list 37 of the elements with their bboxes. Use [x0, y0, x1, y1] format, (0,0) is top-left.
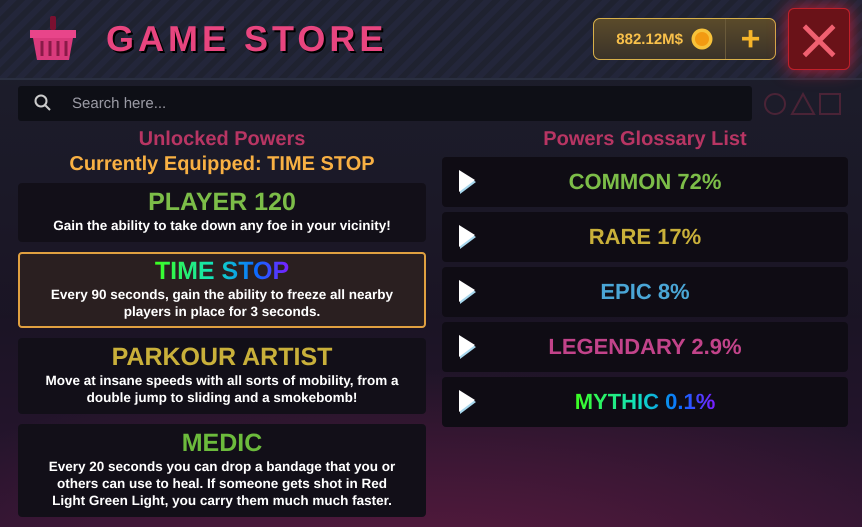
play-icon: [458, 279, 478, 305]
power-card[interactable]: MEDIC Every 20 seconds you can drop a bandage that you or others can use to heal. If someone gets shot in Red Light Green Light, you carry them much much faster.: [18, 424, 426, 517]
power-name: MEDIC: [182, 428, 262, 458]
section-heading: Powers Glossary List: [543, 127, 747, 152]
rarity-row[interactable]: COMMON 72%: [442, 157, 848, 207]
search-icon: [34, 94, 52, 112]
play-icon: [458, 169, 478, 195]
power-card[interactable]: PLAYER 120 Gain the ability to take down any foe in your vicinity!: [18, 183, 426, 242]
play-icon: [458, 224, 478, 250]
close-button[interactable]: ×: [788, 8, 850, 70]
basket-icon: [28, 16, 78, 62]
balance-amount: 882.12M$: [615, 30, 684, 48]
rarity-label: RARE 17%: [588, 224, 702, 250]
power-description: Every 20 seconds you can drop a bandage that you or others can use to heal. If someone gets shot in Red Light Green Light, you carry them much much faster.: [48, 458, 396, 509]
power-name: PLAYER 120: [148, 187, 296, 217]
rarity-row[interactable]: RARE 17%: [442, 212, 848, 262]
section-heading: Unlocked Powers: [138, 127, 306, 152]
play-icon: [458, 389, 478, 415]
rarity-label: LEGENDARY 2.9%: [548, 334, 742, 360]
store-title: GAME STORE: [106, 18, 388, 60]
rarity-label: EPIC 8%: [600, 279, 690, 305]
rarity-row[interactable]: LEGENDARY 2.9%: [442, 322, 848, 372]
rarity-row[interactable]: EPIC 8%: [442, 267, 848, 317]
rarity-row[interactable]: MYTHIC 0.1%: [442, 377, 848, 427]
power-description: Gain the ability to take down any foe in your vicinity!: [53, 217, 391, 234]
play-icon: [458, 334, 478, 360]
search-field[interactable]: Search here...: [18, 86, 752, 121]
power-card[interactable]: PARKOUR ARTIST Move at insane speeds with all sorts of mobility, from a double jump to sliding and a smokebomb!: [18, 338, 426, 414]
rarity-label: COMMON 72%: [568, 169, 722, 195]
power-card[interactable]: TIME STOP Every 90 seconds, gain the ability to freeze all nearby players in place for 3 seconds.: [18, 252, 426, 328]
shapes-icon: [764, 92, 842, 116]
equipped-label: Currently Equipped: TIME STOP: [69, 152, 375, 177]
add-funds-button[interactable]: +: [725, 19, 775, 59]
power-name: PARKOUR ARTIST: [112, 342, 332, 372]
coin-icon: [691, 28, 713, 50]
power-description: Move at insane speeds with all sorts of mobility, from a double jump to sliding and a smokebomb!: [44, 372, 400, 406]
power-description: Every 90 seconds, gain the ability to freeze all nearby players in place for 3 seconds.: [50, 286, 394, 320]
